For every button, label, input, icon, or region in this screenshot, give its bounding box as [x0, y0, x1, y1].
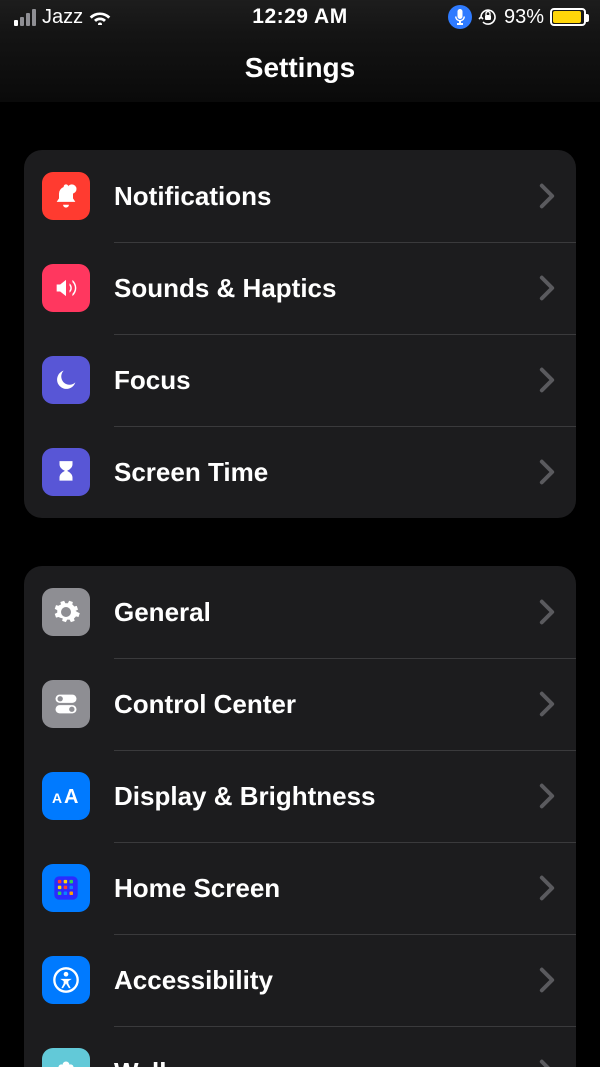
svg-text:A: A [52, 790, 62, 806]
chevron-right-icon [538, 367, 556, 393]
settings-row-label: Sounds & Haptics [114, 273, 538, 304]
page-title: Settings [245, 52, 355, 84]
settings-row-display-brightness[interactable]: AA Display & Brightness [24, 750, 576, 842]
settings-row-home-screen[interactable]: Home Screen [24, 842, 576, 934]
settings-row-label: Wallpaper [114, 1057, 538, 1067]
settings-row-label: Notifications [114, 181, 538, 212]
settings-row-screen-time[interactable]: Screen Time [24, 426, 576, 518]
settings-screen: { "status": { "carrier": "Jazz", "time":… [0, 0, 600, 1067]
grid-icon [42, 864, 90, 912]
gear-icon [42, 588, 90, 636]
settings-list: Notifications Sounds & Haptics Focus Screen… [0, 150, 600, 1067]
hourglass-icon [42, 448, 90, 496]
settings-group-2: General Control Center AA Display & Brightn… [24, 566, 576, 1067]
status-bar: Jazz 12:29 AM 93% [0, 0, 600, 34]
moon-icon [42, 356, 90, 404]
cell-signal-icon [14, 8, 36, 26]
settings-row-label: Accessibility [114, 965, 538, 996]
settings-row-label: Control Center [114, 689, 538, 720]
battery-fill [553, 11, 581, 23]
settings-row-label: Focus [114, 365, 538, 396]
speaker-icon [42, 264, 90, 312]
settings-row-focus[interactable]: Focus [24, 334, 576, 426]
chevron-right-icon [538, 599, 556, 625]
microphone-icon [448, 5, 472, 29]
chevron-right-icon [538, 1059, 556, 1067]
wifi-icon [89, 9, 111, 25]
settings-row-accessibility[interactable]: Accessibility [24, 934, 576, 1026]
chevron-right-icon [538, 275, 556, 301]
chevron-right-icon [538, 183, 556, 209]
settings-row-label: Screen Time [114, 457, 538, 488]
bell-icon [42, 172, 90, 220]
orientation-lock-icon [478, 7, 498, 27]
toggles-icon [42, 680, 90, 728]
battery-percent-label: 93% [504, 6, 544, 29]
figure-icon [42, 956, 90, 1004]
nav-bar: Settings [0, 34, 600, 102]
settings-row-general[interactable]: General [24, 566, 576, 658]
settings-row-label: Home Screen [114, 873, 538, 904]
chevron-right-icon [538, 967, 556, 993]
settings-row-wallpaper[interactable]: Wallpaper [24, 1026, 576, 1067]
battery-icon [550, 8, 586, 26]
flower-icon [42, 1048, 90, 1067]
chevron-right-icon [538, 459, 556, 485]
chevron-right-icon [538, 783, 556, 809]
settings-row-sounds-haptics[interactable]: Sounds & Haptics [24, 242, 576, 334]
chevron-right-icon [538, 875, 556, 901]
svg-text:A: A [64, 786, 78, 808]
settings-group-1: Notifications Sounds & Haptics Focus Screen… [24, 150, 576, 518]
chevron-right-icon [538, 691, 556, 717]
settings-row-control-center[interactable]: Control Center [24, 658, 576, 750]
settings-row-label: Display & Brightness [114, 781, 538, 812]
settings-row-notifications[interactable]: Notifications [24, 150, 576, 242]
settings-row-label: General [114, 597, 538, 628]
text-size-icon: AA [42, 772, 90, 820]
clock-label: 12:29 AM [252, 5, 347, 29]
carrier-label: Jazz [42, 6, 83, 29]
